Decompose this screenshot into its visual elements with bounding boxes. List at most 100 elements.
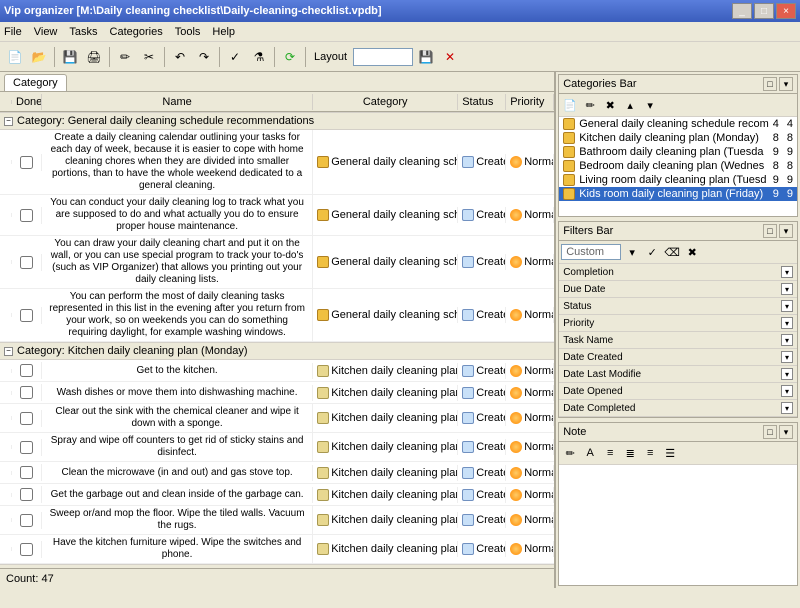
done-checkbox[interactable] (20, 488, 33, 501)
filter-row[interactable]: Priority▾ (559, 315, 797, 332)
new-button[interactable]: 📄 (4, 46, 26, 68)
task-row[interactable]: Get to the kitchen.Kitchen daily cleanin… (0, 360, 554, 382)
filter-dropdown-icon[interactable]: ▾ (781, 266, 793, 278)
filter-dropdown-icon[interactable]: ▾ (781, 385, 793, 397)
panel-menu-icon[interactable]: ▾ (779, 425, 793, 439)
filter-row[interactable]: Status▾ (559, 298, 797, 315)
task-row[interactable]: Get the garbage out and clean inside of … (0, 484, 554, 506)
maximize-button[interactable]: □ (754, 3, 774, 19)
category-item[interactable]: Bathroom daily cleaning plan (Tuesda99 (559, 145, 797, 159)
cat-new-button[interactable]: 📄 (561, 96, 579, 114)
done-checkbox[interactable] (20, 514, 33, 527)
menu-categories[interactable]: Categories (110, 26, 163, 38)
category-item[interactable]: General daily cleaning schedule recom44 (559, 117, 797, 131)
task-row[interactable]: Spray and wipe off counters to get rid o… (0, 433, 554, 462)
grid-body[interactable]: −Category: General daily cleaning schedu… (0, 112, 554, 568)
task-row[interactable]: You can draw your daily cleaning chart a… (0, 236, 554, 289)
category-item[interactable]: Bedroom daily cleaning plan (Wednes88 (559, 159, 797, 173)
check-button[interactable]: ✓ (224, 46, 246, 68)
filter-button[interactable]: ⚗ (248, 46, 270, 68)
done-checkbox[interactable] (20, 209, 33, 222)
filter-row[interactable]: Task Name▾ (559, 332, 797, 349)
save-button[interactable]: 💾 (59, 46, 81, 68)
filter-dropdown-icon[interactable]: ▾ (781, 300, 793, 312)
redo-button[interactable]: ↷ (193, 46, 215, 68)
filter-preset-dropdown[interactable]: Custom (561, 244, 621, 260)
note-align-right-icon[interactable]: ≡ (641, 444, 659, 462)
filter-dropdown-icon[interactable]: ▾ (781, 283, 793, 295)
close-button[interactable]: × (776, 3, 796, 19)
task-row[interactable]: Have the kitchen furniture wiped. Wipe t… (0, 535, 554, 564)
done-checkbox[interactable] (20, 309, 33, 322)
print-button[interactable]: 🖨 (83, 46, 105, 68)
category-item[interactable]: Kids room daily cleaning plan (Friday)99 (559, 187, 797, 201)
cut-button[interactable]: ✂ (138, 46, 160, 68)
filter-row[interactable]: Date Opened▾ (559, 383, 797, 400)
note-body[interactable] (559, 465, 797, 585)
filter-apply-button[interactable]: ✓ (643, 243, 661, 261)
done-checkbox[interactable] (20, 412, 33, 425)
panel-pin-icon[interactable]: □ (763, 77, 777, 91)
note-align-center-icon[interactable]: ≣ (621, 444, 639, 462)
done-checkbox[interactable] (20, 543, 33, 556)
filter-del-button[interactable]: ✖ (683, 243, 701, 261)
done-checkbox[interactable] (20, 364, 33, 377)
cat-down-button[interactable]: ▾ (641, 96, 659, 114)
refresh-button[interactable]: ⟳ (279, 46, 301, 68)
panel-menu-icon[interactable]: ▾ (779, 77, 793, 91)
note-font-button[interactable]: A (581, 444, 599, 462)
task-row[interactable]: Wash dishes or move them into dishwashin… (0, 382, 554, 404)
task-row[interactable]: Clear out the sink with the chemical cle… (0, 404, 554, 433)
categories-list[interactable]: General daily cleaning schedule recom44K… (559, 117, 797, 216)
layout-delete-button[interactable]: ✕ (439, 46, 461, 68)
col-priority[interactable]: Priority (506, 94, 554, 110)
task-row[interactable]: You can conduct your daily cleaning log … (0, 195, 554, 236)
group-row[interactable]: −Category: Kitchen daily cleaning plan (… (0, 342, 554, 360)
col-name[interactable]: Name (42, 94, 313, 110)
menu-view[interactable]: View (34, 26, 58, 38)
expand-icon[interactable]: − (4, 117, 13, 126)
filter-dropdown-icon[interactable]: ▾ (781, 334, 793, 346)
category-item[interactable]: Living room daily cleaning plan (Tuesd99 (559, 173, 797, 187)
filter-row[interactable]: Due Date▾ (559, 281, 797, 298)
filter-row[interactable]: Date Completed▾ (559, 400, 797, 417)
menu-file[interactable]: File (4, 26, 22, 38)
col-category[interactable]: Category (313, 94, 458, 110)
note-list-button[interactable]: ☰ (661, 444, 679, 462)
note-align-left-icon[interactable]: ≡ (601, 444, 619, 462)
panel-menu-icon[interactable]: ▾ (779, 224, 793, 238)
group-row[interactable]: −Category: General daily cleaning schedu… (0, 112, 554, 130)
filter-clear-button[interactable]: ⌫ (663, 243, 681, 261)
panel-pin-icon[interactable]: □ (763, 425, 777, 439)
cat-edit-button[interactable]: ✏ (581, 96, 599, 114)
tab-category[interactable]: Category (4, 74, 67, 91)
cat-up-button[interactable]: ▴ (621, 96, 639, 114)
filter-dropdown-icon[interactable]: ▾ (781, 368, 793, 380)
done-checkbox[interactable] (20, 466, 33, 479)
done-checkbox[interactable] (20, 386, 33, 399)
task-row[interactable]: Clean the microwave (in and out) and gas… (0, 462, 554, 484)
task-row[interactable]: You can perform the most of daily cleani… (0, 289, 554, 342)
layout-input[interactable] (353, 48, 413, 66)
filter-row[interactable]: Date Created▾ (559, 349, 797, 366)
col-status[interactable]: Status (458, 94, 506, 110)
note-edit-button[interactable]: ✏ (561, 444, 579, 462)
task-row[interactable]: Create a daily cleaning calendar outlini… (0, 130, 554, 195)
filter-dropdown-icon[interactable]: ▾ (781, 402, 793, 414)
undo-button[interactable]: ↶ (169, 46, 191, 68)
panel-pin-icon[interactable]: □ (763, 224, 777, 238)
filter-dropdown-icon[interactable]: ▾ (781, 317, 793, 329)
done-checkbox[interactable] (20, 156, 33, 169)
filter-row[interactable]: Completion▾ (559, 264, 797, 281)
expand-icon[interactable]: − (4, 347, 13, 356)
menu-tasks[interactable]: Tasks (69, 26, 97, 38)
edit-button[interactable]: ✏ (114, 46, 136, 68)
open-button[interactable]: 📂 (28, 46, 50, 68)
task-row[interactable]: Sweep or/and mop the floor. Wipe the til… (0, 506, 554, 535)
filter-dd-icon[interactable]: ▾ (623, 243, 641, 261)
category-item[interactable]: Kitchen daily cleaning plan (Monday)88 (559, 131, 797, 145)
menu-tools[interactable]: Tools (175, 26, 201, 38)
filter-row[interactable]: Date Last Modifie▾ (559, 366, 797, 383)
minimize-button[interactable]: _ (732, 3, 752, 19)
cat-del-button[interactable]: ✖ (601, 96, 619, 114)
